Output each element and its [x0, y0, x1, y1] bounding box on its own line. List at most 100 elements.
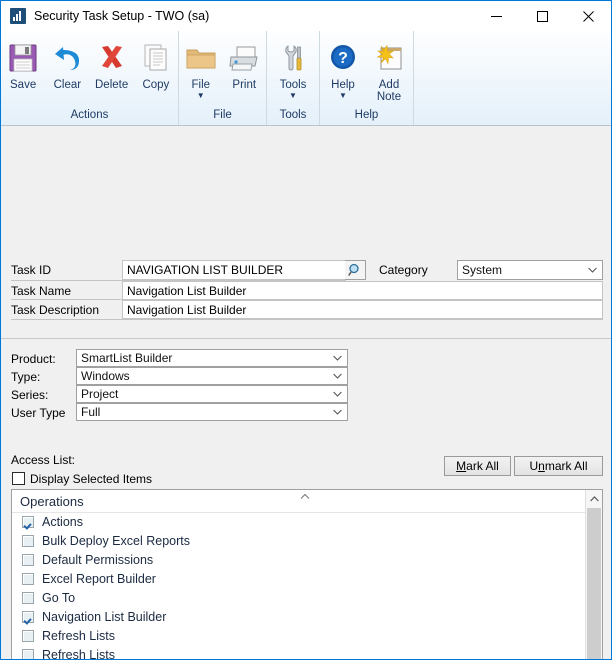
red-x-icon [95, 38, 129, 78]
chevron-down-icon [588, 267, 597, 273]
access-list-row[interactable]: Go To [12, 588, 602, 607]
series-select[interactable]: Project [76, 385, 348, 403]
security-task-setup-window: Security Task Setup - TWO (sa) Save Clea… [0, 0, 612, 660]
add-note-button[interactable]: Add Note [366, 36, 412, 103]
access-list-row[interactable]: Navigation List Builder [12, 607, 602, 626]
task-id-lookup-button[interactable] [345, 260, 366, 280]
access-list: Operations Actions Bulk Deploy Excel Repo… [11, 489, 603, 659]
unmark-all-label: Unmark All [529, 459, 588, 473]
chevron-down-icon [333, 355, 342, 361]
add-note-label: Add Note [376, 79, 402, 103]
display-selected-items-label: Display Selected Items [30, 471, 153, 486]
mark-all-label: Mark All [456, 459, 499, 473]
file-menu-button[interactable]: File ▼ [179, 36, 223, 100]
access-list-row-checkbox[interactable] [22, 572, 34, 585]
mark-all-button[interactable]: Mark All [444, 456, 511, 476]
display-selected-items-checkbox[interactable] [12, 472, 25, 485]
save-button[interactable]: Save [1, 36, 45, 91]
product-value: SmartList Builder [81, 351, 173, 365]
series-label: Series: [11, 388, 49, 402]
access-list-row-checkbox[interactable] [22, 610, 34, 623]
access-list-row[interactable]: Actions [12, 512, 602, 531]
access-list-row[interactable]: Default Permissions [12, 550, 602, 569]
user-type-select[interactable]: Full [76, 403, 348, 421]
access-list-row[interactable]: Refresh Lists [12, 626, 602, 645]
folder-icon [184, 38, 218, 78]
unmark-all-button[interactable]: Unmark All [514, 456, 603, 476]
access-list-row-label: Refresh Lists [42, 628, 115, 643]
window-title: Security Task Setup - TWO (sa) [34, 9, 210, 23]
access-list-row-checkbox[interactable] [22, 591, 34, 604]
ribbon-group-file: File ▼ Print File [179, 31, 267, 125]
minimize-button[interactable] [473, 1, 519, 31]
scrollbar-thumb[interactable] [587, 508, 601, 659]
magnifier-icon [348, 263, 359, 276]
close-button[interactable] [565, 1, 611, 31]
task-name-input[interactable]: Navigation List Builder [122, 281, 603, 300]
chevron-down-icon: ▼ [196, 91, 205, 100]
maximize-button[interactable] [519, 1, 565, 31]
access-list-row-checkbox[interactable] [22, 648, 34, 659]
title-bar: Security Task Setup - TWO (sa) [1, 1, 611, 31]
scroll-up-button[interactable] [586, 490, 602, 507]
copy-button[interactable]: Copy [134, 36, 178, 91]
category-value: System [462, 263, 503, 277]
delete-button-label: Delete [95, 79, 129, 91]
ribbon-toolbar: Save Clear Delete Copy Actions File ▼ Pr… [1, 31, 611, 126]
access-list-scrollbar[interactable] [585, 490, 602, 659]
chevron-down-icon [333, 373, 342, 379]
access-list-row-checkbox[interactable] [22, 534, 34, 547]
access-list-row-checkbox[interactable] [22, 515, 34, 528]
floppy-disk-icon [6, 38, 40, 78]
access-list-row[interactable]: Refresh Lists [12, 645, 602, 659]
access-list-row-checkbox[interactable] [22, 553, 34, 566]
access-list-label: Access List: [11, 453, 76, 467]
help-menu-label: Help [331, 79, 355, 91]
save-button-label: Save [10, 79, 37, 91]
access-list-row-label: Go To [42, 590, 76, 605]
access-list-row-label: Excel Report Builder [42, 571, 156, 586]
delete-button[interactable]: Delete [90, 36, 134, 91]
type-select[interactable]: Windows [76, 367, 348, 385]
task-description-input[interactable]: Navigation List Builder [122, 300, 603, 319]
access-list-row-label: Navigation List Builder [42, 609, 167, 624]
task-name-label: Task Name [11, 283, 72, 298]
chevron-down-icon [333, 391, 342, 397]
clear-button-label: Clear [53, 79, 82, 91]
ribbon-group-tools-label: Tools [279, 109, 307, 121]
question-circle-icon: ? [327, 38, 359, 78]
print-button[interactable]: Print [223, 36, 267, 91]
access-list-row-label: Bulk Deploy Excel Reports [42, 533, 190, 548]
access-list-row-checkbox[interactable] [22, 629, 34, 642]
ribbon-group-help-label: Help [354, 109, 379, 121]
tools-menu-label: Tools [279, 79, 307, 91]
access-list-row-label: Default Permissions [42, 552, 154, 567]
access-list-row-label: Actions [42, 514, 83, 529]
copy-button-label: Copy [142, 79, 170, 91]
task-id-label: Task ID [11, 263, 52, 277]
chevron-down-icon: ▼ [339, 91, 347, 100]
clear-button[interactable]: Clear [45, 36, 89, 91]
svg-text:?: ? [338, 50, 348, 67]
access-list-row[interactable]: Excel Report Builder [12, 569, 602, 588]
series-value: Project [81, 387, 119, 401]
task-description-label: Task Description [11, 302, 100, 317]
category-label: Category [379, 263, 428, 277]
product-select[interactable]: SmartList Builder [76, 349, 348, 367]
user-type-value: Full [81, 405, 101, 419]
access-list-header[interactable]: Operations [12, 490, 602, 513]
tools-menu-button[interactable]: Tools ▼ [267, 36, 319, 100]
type-label: Type: [11, 370, 41, 384]
ribbon-group-actions-label: Actions [70, 109, 109, 121]
window-controls [473, 1, 611, 31]
form-content: Task ID NAVIGATION LIST BUILDER Category… [1, 126, 611, 659]
ribbon-group-actions: Save Clear Delete Copy Actions [1, 31, 179, 125]
printer-icon [227, 38, 261, 78]
help-menu-button[interactable]: ? Help ▼ [320, 36, 366, 100]
access-list-row[interactable]: Bulk Deploy Excel Reports [12, 531, 602, 550]
wrench-screwdriver-icon [276, 38, 310, 78]
task-id-input[interactable]: NAVIGATION LIST BUILDER [122, 260, 346, 280]
product-label: Product: [11, 352, 56, 366]
category-select[interactable]: System [457, 260, 603, 280]
chevron-down-icon: ▼ [289, 91, 297, 100]
